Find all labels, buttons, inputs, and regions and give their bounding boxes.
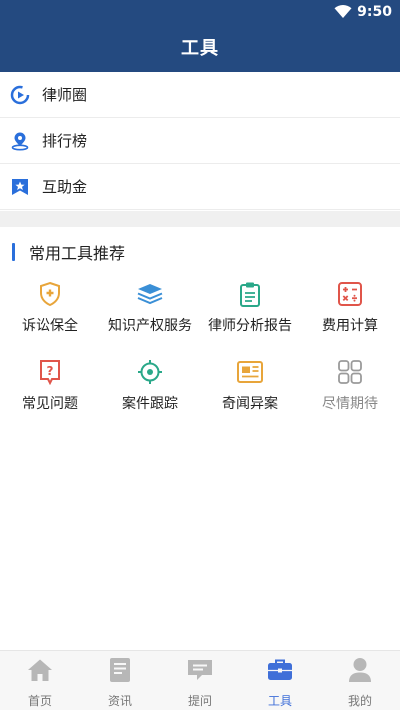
- menu-item-label: 律师圈: [42, 86, 88, 104]
- menu-item-lawyer-circle[interactable]: 律师圈: [0, 72, 400, 118]
- tool-label: 奇闻异案: [222, 396, 278, 412]
- status-bar: 9:50: [0, 0, 400, 24]
- tab-label: 我的: [347, 694, 372, 708]
- tool-label: 费用计算: [322, 318, 378, 334]
- section-title: 常用工具推荐: [29, 244, 126, 263]
- target-icon: [136, 359, 164, 385]
- document-icon: [107, 657, 133, 683]
- tab-ask[interactable]: 提问: [160, 651, 240, 710]
- chat-icon: [187, 657, 213, 683]
- tab-tools[interactable]: 工具: [240, 651, 320, 710]
- tab-home[interactable]: 首页: [0, 651, 80, 710]
- tool-label: 律师分析报告: [208, 318, 292, 334]
- tool-strange-cases[interactable]: 奇闻异案: [200, 359, 300, 413]
- page-title: 工具: [181, 38, 219, 59]
- bottom-tab-bar: 首页 资讯 提问 工具 我的: [0, 650, 400, 710]
- tool-lawyer-report[interactable]: 律师分析报告: [200, 281, 300, 335]
- play-circle-icon: [10, 85, 30, 105]
- menu-item-label: 互助金: [42, 178, 88, 196]
- tool-fee-calculator[interactable]: 费用计算: [300, 281, 400, 335]
- section-accent-bar: [12, 243, 15, 261]
- menu-item-label: 排行榜: [42, 132, 88, 150]
- tool-label: 知识产权服务: [108, 318, 192, 334]
- tab-label: 首页: [27, 694, 52, 708]
- tool-label: 尽情期待: [322, 396, 378, 412]
- menu-item-mutual-fund[interactable]: 互助金: [0, 164, 400, 210]
- grid-icon: [336, 359, 364, 385]
- question-doc-icon: ?: [36, 359, 64, 385]
- newspaper-icon: [236, 359, 264, 385]
- person-icon: [347, 657, 373, 683]
- header: 工具: [0, 24, 400, 72]
- tool-label: 常见问题: [22, 396, 78, 412]
- tab-news[interactable]: 资讯: [80, 651, 160, 710]
- tool-ip-service[interactable]: 知识产权服务: [100, 281, 200, 335]
- section-divider: [0, 211, 400, 227]
- tab-me[interactable]: 我的: [320, 651, 400, 710]
- tab-label: 资讯: [107, 694, 132, 708]
- clipboard-icon: [236, 281, 264, 307]
- shield-plus-icon: [36, 281, 64, 307]
- star-bookmark-icon: [10, 177, 30, 197]
- layers-icon: [136, 281, 164, 307]
- tool-label: 诉讼保全: [22, 318, 78, 334]
- tab-label: 提问: [187, 694, 212, 708]
- svg-text:?: ?: [47, 364, 54, 378]
- tool-litigation-preservation[interactable]: 诉讼保全: [0, 281, 100, 335]
- section-header: 常用工具推荐: [0, 241, 400, 263]
- status-time: 9:50: [357, 4, 392, 20]
- menu-list: 律师圈 排行榜 互助金: [0, 72, 400, 210]
- toolbox-icon: [267, 657, 293, 683]
- tool-coming-soon[interactable]: 尽情期待: [300, 359, 400, 413]
- menu-item-ranking[interactable]: 排行榜: [0, 118, 400, 164]
- wifi-icon: [334, 5, 352, 18]
- tool-label: 案件跟踪: [122, 396, 178, 412]
- tool-case-tracking[interactable]: 案件跟踪: [100, 359, 200, 413]
- tool-faq[interactable]: ? 常见问题: [0, 359, 100, 413]
- home-icon: [27, 657, 53, 683]
- tab-label: 工具: [267, 694, 292, 708]
- tools-grid: 诉讼保全 知识产权服务 律师分析报告 费用计算 ? 常见问题 案件跟踪 奇闻异案…: [0, 281, 400, 413]
- calculator-icon: [336, 281, 364, 307]
- location-pin-icon: [10, 131, 30, 151]
